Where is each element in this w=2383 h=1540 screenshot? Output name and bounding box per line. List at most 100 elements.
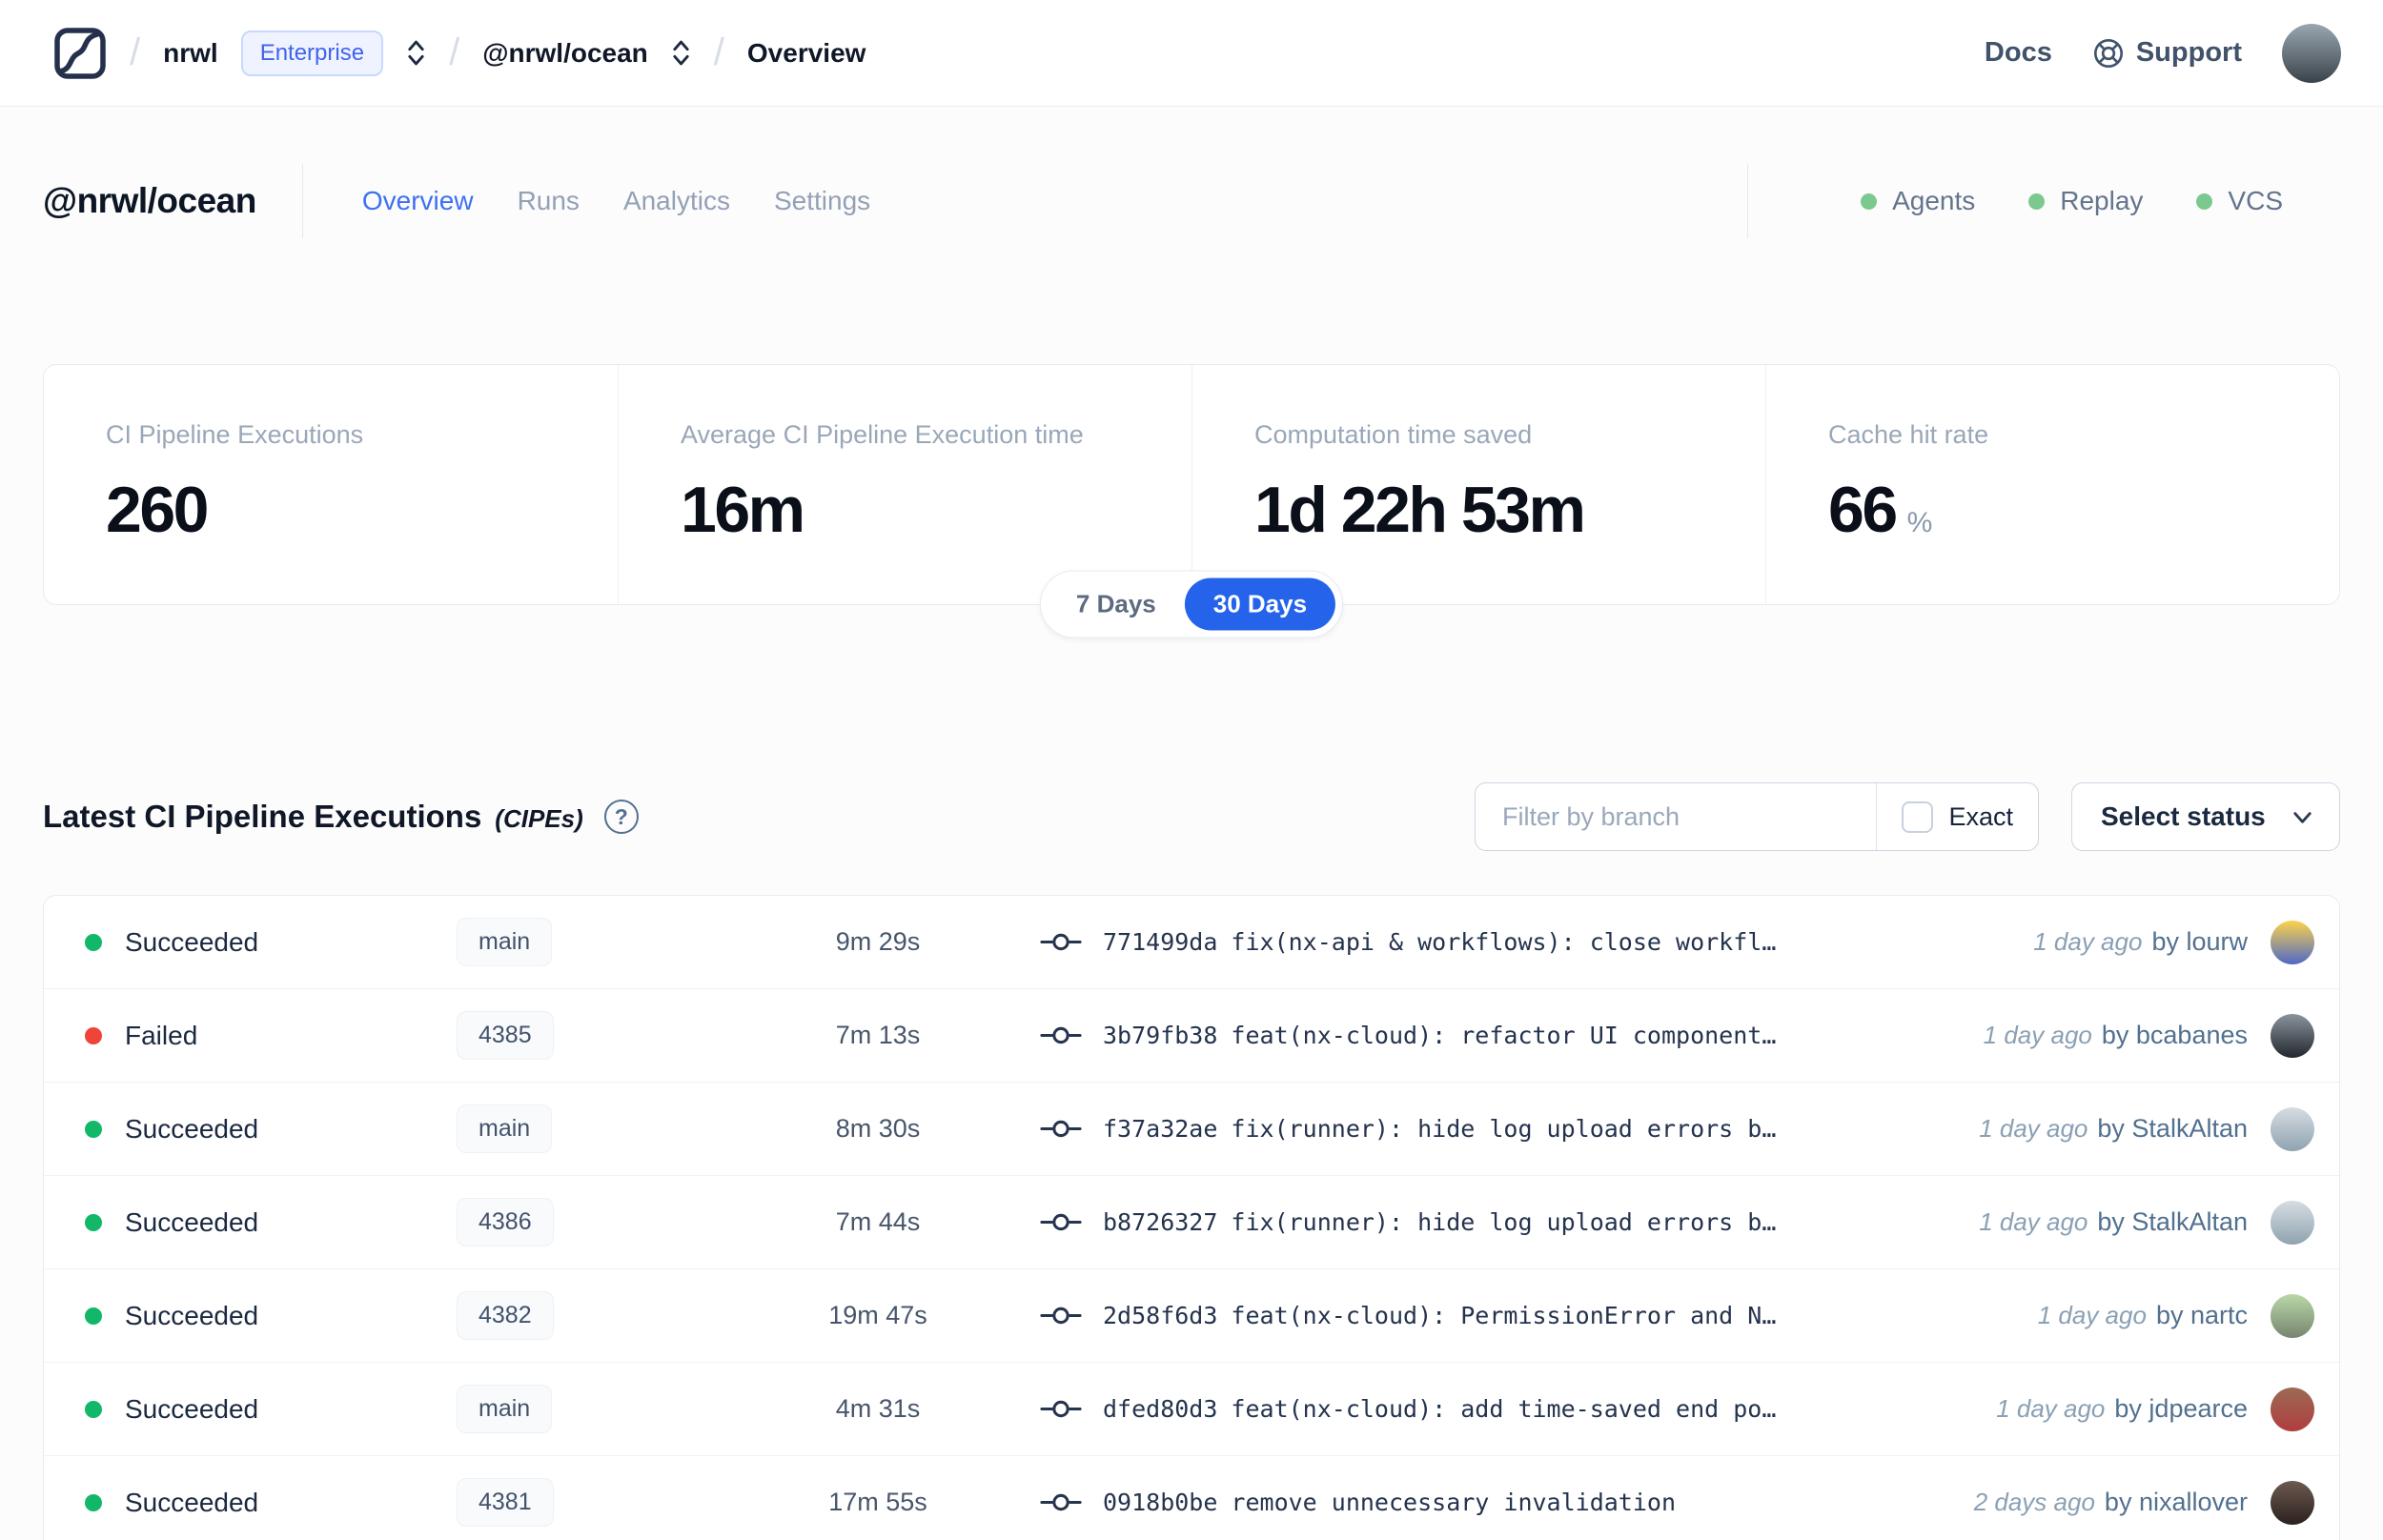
cipe-row[interactable]: Failed 4385 7m 13s 3b79fb38 feat(nx-cloud…: [44, 989, 2339, 1083]
commit-text: b8726327 fix(runner): hide log upload err…: [1103, 1208, 1776, 1236]
tab-runs[interactable]: Runs: [518, 186, 580, 216]
cipe-duration: 19m 47s: [828, 1301, 927, 1329]
stat-value: 16m: [681, 473, 1163, 547]
cipe-author: by StalkAltan: [2097, 1114, 2248, 1143]
branch-badge[interactable]: 4385: [457, 1011, 554, 1060]
status-select-label: Select status: [2101, 801, 2266, 831]
stat-label: CI Pipeline Executions: [106, 420, 364, 449]
breadcrumb: / nrwl Enterprise / @nrwl/ocean / Overvi…: [53, 27, 866, 80]
breadcrumb-separator: /: [449, 31, 460, 73]
commit-hash: dfed80d3: [1103, 1395, 1218, 1423]
git-commit-icon: [1040, 1117, 1082, 1141]
feature-agents: Agents: [1861, 186, 1975, 216]
branch-badge[interactable]: main: [457, 1385, 553, 1433]
cipe-status: Succeeded: [125, 1393, 259, 1424]
tab-overview[interactable]: Overview: [362, 186, 474, 216]
status-dot: [85, 1493, 102, 1511]
help-icon[interactable]: ?: [603, 800, 639, 834]
cipe-time: 1 day ago: [1983, 1021, 2092, 1049]
stat-value: 260: [106, 473, 589, 547]
commit-message: fix(runner): hide log upload errors b…: [1231, 1115, 1777, 1143]
cipe-row[interactable]: Succeeded main 4m 31s dfed80d3 feat(nx-cl…: [44, 1363, 2339, 1456]
date-range-toggle: 7 Days 30 Days: [1039, 570, 1344, 638]
vcs-status-dot: [2196, 192, 2213, 210]
cipe-meta: 1 day ago by StalkAltan: [1979, 1106, 2314, 1151]
breadcrumb-org[interactable]: nrwl: [163, 38, 218, 69]
tab-settings[interactable]: Settings: [774, 186, 870, 216]
branch-badge[interactable]: main: [457, 1104, 553, 1153]
executions-title: Latest CI Pipeline Executions: [43, 799, 482, 834]
cipe-row[interactable]: Succeeded 4386 7m 44s b8726327 fix(runner…: [44, 1176, 2339, 1269]
git-commit-icon: [1040, 1210, 1082, 1234]
commit: 2d58f6d3 feat(nx-cloud): PermissionError …: [1040, 1302, 2009, 1329]
stat-value-suffix: %: [1906, 507, 1933, 538]
cipe-row[interactable]: Succeeded 4381 17m 55s 0918b0be remove un…: [44, 1456, 2339, 1540]
org-switcher-icon[interactable]: [406, 37, 426, 69]
cipe-time: 1 day ago: [1979, 1207, 2088, 1236]
branch-badge[interactable]: 4382: [457, 1291, 554, 1340]
stat-value: 1d 22h 53m: [1254, 473, 1737, 547]
commit-hash: 3b79fb38: [1103, 1022, 1218, 1049]
stat-label: Computation time saved: [1254, 420, 1533, 449]
cipe-duration: 4m 31s: [835, 1394, 921, 1423]
support-link[interactable]: Support: [2092, 37, 2242, 70]
branch-badge[interactable]: 4386: [457, 1198, 554, 1246]
range-7-days-button[interactable]: 7 Days: [1048, 578, 1185, 631]
cipe-row[interactable]: Succeeded 4382 19m 47s 2d58f6d3 feat(nx-c…: [44, 1269, 2339, 1363]
life-buoy-icon: [2092, 37, 2125, 70]
commit-text: 3b79fb38 feat(nx-cloud): refactor UI comp…: [1103, 1022, 1776, 1049]
commit-message: remove unnecessary invalidation: [1231, 1489, 1677, 1516]
commit: 0918b0be remove unnecessary invalidation: [1040, 1489, 1945, 1516]
git-commit-icon: [1040, 1023, 1082, 1047]
exact-label: Exact: [1948, 801, 2013, 831]
breadcrumb-separator: /: [713, 31, 724, 73]
stat-value: 66 %: [1828, 473, 2311, 547]
docs-link[interactable]: Docs: [1985, 37, 2052, 69]
cipe-row[interactable]: Succeeded main 8m 30s f37a32ae fix(runner…: [44, 1083, 2339, 1176]
branch-column: main: [457, 1385, 783, 1433]
cipe-row[interactable]: Succeeded main 9m 29s 771499da fix(nx-api…: [44, 896, 2339, 989]
agents-status-dot: [1861, 192, 1878, 210]
features-divider: [1747, 164, 1749, 238]
branch-filter-input[interactable]: [1476, 783, 1877, 850]
feature-vcs-label: VCS: [2228, 186, 2283, 215]
branch-column: 4386: [457, 1198, 783, 1246]
cipe-duration: 7m 13s: [835, 1021, 921, 1049]
cipe-author: by lourw: [2151, 927, 2248, 956]
cipe-author: by nixallover: [2104, 1488, 2248, 1516]
breadcrumb-page: Overview: [746, 37, 866, 68]
cipe-meta: 1 day ago by lourw: [2033, 920, 2314, 964]
nx-cloud-logo-icon[interactable]: [53, 27, 107, 80]
cipe-status: Failed: [125, 1020, 198, 1050]
branch-badge[interactable]: main: [457, 918, 553, 966]
top-header: / nrwl Enterprise / @nrwl/ocean / Overvi…: [0, 0, 2383, 107]
tab-analytics[interactable]: Analytics: [623, 186, 730, 216]
workspace-bar: @nrwl/ocean Overview Runs Analytics Sett…: [43, 160, 2340, 242]
branch-column: main: [457, 918, 783, 966]
user-avatar[interactable]: [2282, 23, 2341, 83]
cipe-duration: 7m 44s: [835, 1207, 921, 1236]
author-avatar: [2271, 1200, 2314, 1245]
commit-text: dfed80d3 feat(nx-cloud): add time-saved e…: [1103, 1395, 1776, 1423]
branch-badge[interactable]: 4381: [457, 1478, 554, 1527]
cipe-status: Succeeded: [125, 1113, 259, 1144]
workspace-switcher-icon[interactable]: [671, 37, 691, 69]
stat-value-number: 66: [1828, 474, 1898, 546]
commit-message: feat(nx-cloud): refactor UI component…: [1231, 1022, 1777, 1049]
breadcrumb-workspace[interactable]: @nrwl/ocean: [482, 38, 648, 69]
author-avatar: [2271, 1106, 2314, 1151]
header-actions: Docs Support: [1985, 23, 2341, 83]
status-select-button[interactable]: Select status: [2071, 782, 2340, 851]
commit: 771499da fix(nx-api & workflows): close w…: [1040, 928, 2005, 956]
commit-hash: 771499da: [1103, 928, 1218, 956]
git-commit-icon: [1040, 1397, 1082, 1421]
branch-filter-group: Exact: [1475, 782, 2039, 851]
cipe-author: by jdpearce: [2114, 1394, 2248, 1423]
cipe-duration: 8m 30s: [835, 1114, 921, 1143]
cipe-status: Succeeded: [125, 1206, 259, 1237]
status-dot: [85, 1400, 102, 1418]
commit: f37a32ae fix(runner): hide log upload err…: [1040, 1115, 1950, 1143]
range-30-days-button[interactable]: 30 Days: [1184, 578, 1336, 631]
exact-checkbox[interactable]: [1902, 800, 1934, 833]
author-avatar: [2271, 1293, 2314, 1338]
